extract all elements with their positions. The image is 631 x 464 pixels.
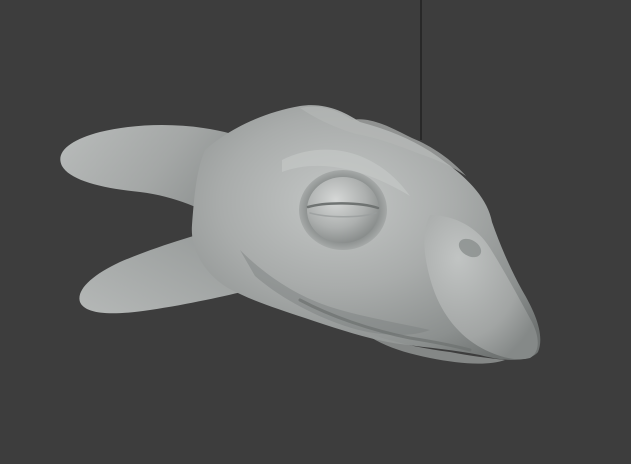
3d-viewport[interactable] <box>0 0 631 464</box>
eyeball <box>307 177 379 243</box>
viewport-scene <box>60 0 541 364</box>
